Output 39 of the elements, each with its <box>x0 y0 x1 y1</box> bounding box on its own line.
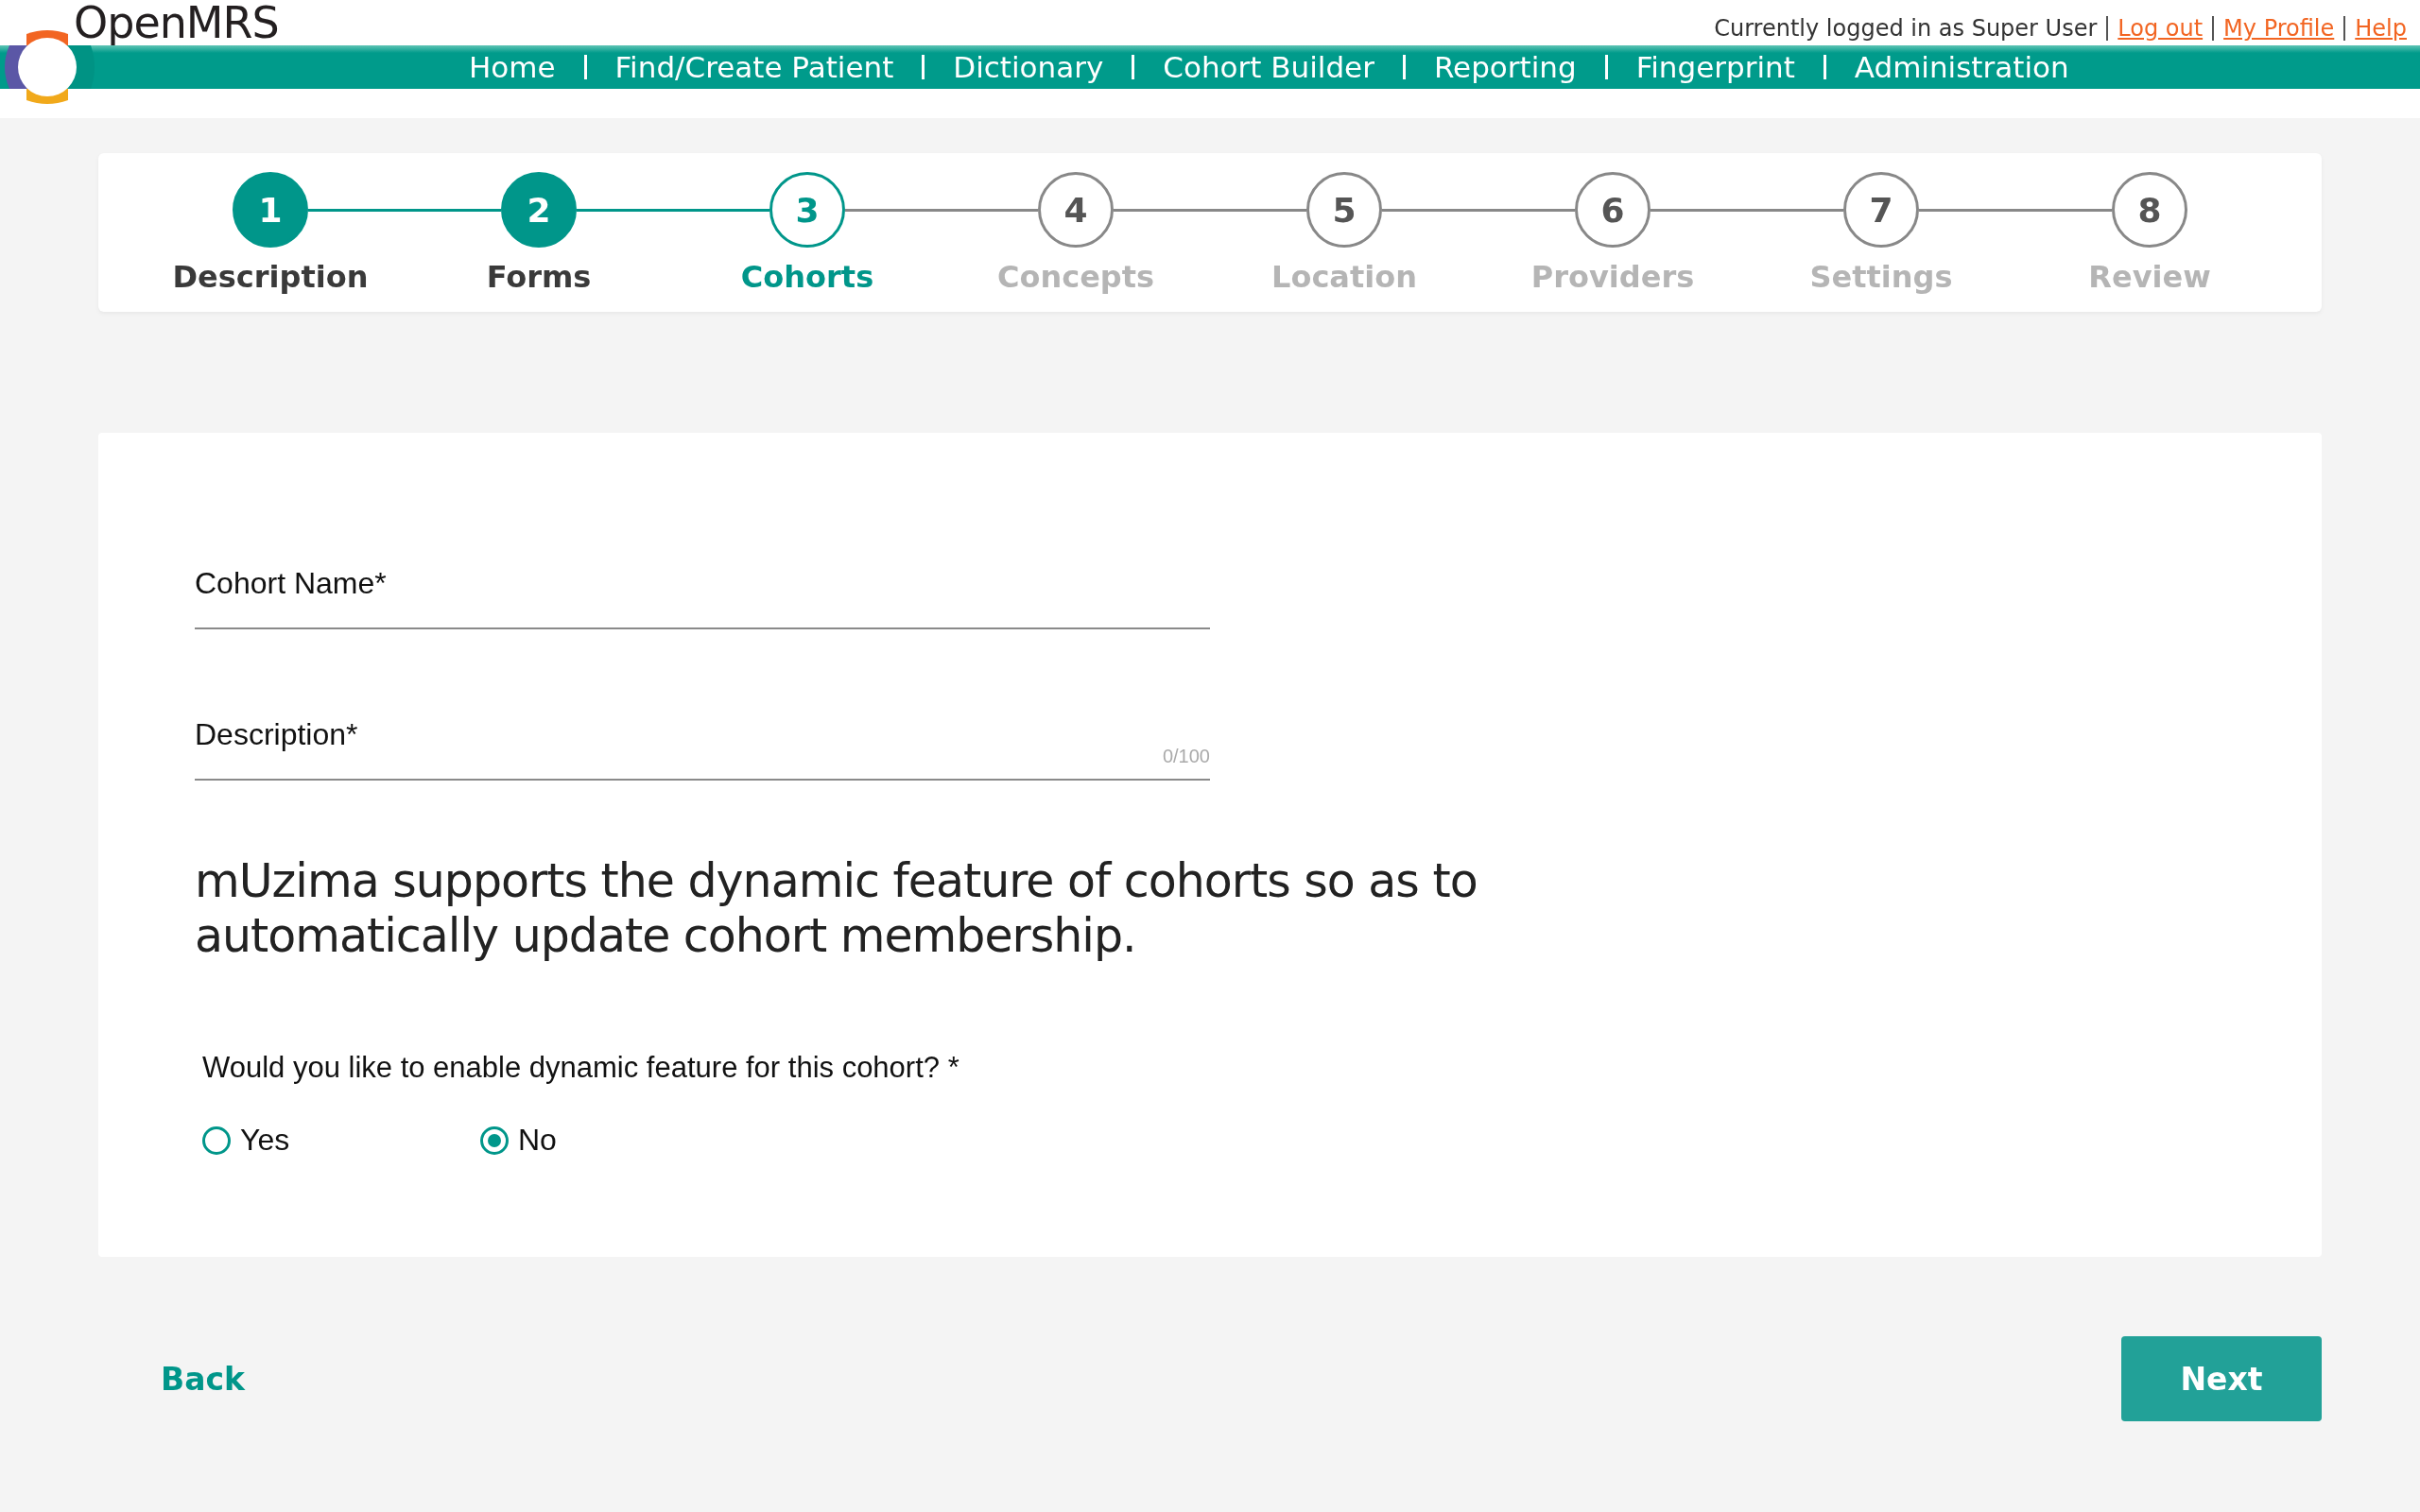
radio-label: No <box>518 1123 557 1158</box>
info-text: mUzima supports the dynamic feature of cohorts so as to automatically update cohort membership. <box>195 854 1478 964</box>
step-label: Cohorts <box>740 259 874 295</box>
header-link[interactable]: Log out <box>2118 15 2204 42</box>
header-link[interactable]: My Profile <box>2223 15 2335 42</box>
back-link[interactable]: Back <box>161 1360 245 1398</box>
radio-label: Yes <box>240 1123 290 1158</box>
radio-button[interactable] <box>480 1125 509 1155</box>
step-label: Providers <box>1530 259 1695 295</box>
radio-button[interactable] <box>202 1125 231 1155</box>
step-number[interactable]: 3 <box>769 172 845 248</box>
step-number[interactable]: 1 <box>233 172 308 248</box>
nav-link[interactable]: Administration <box>1854 50 2069 84</box>
step-label: Concepts <box>996 259 1155 295</box>
step-number[interactable]: 2 <box>501 172 577 248</box>
step-label: Settings <box>1809 259 1953 295</box>
step-label: Description <box>172 259 369 295</box>
question-text: Would you like to enable dynamic feature for this cohort? * <box>202 1051 960 1085</box>
step-number[interactable]: 5 <box>1306 172 1382 248</box>
nav-link[interactable]: Find/Create Patient <box>614 50 894 84</box>
nav-link[interactable]: Fingerprint <box>1635 50 1795 84</box>
step-label: Review <box>2088 259 2211 295</box>
step-number[interactable]: 6 <box>1575 172 1651 248</box>
brand-name: OpenMRS <box>74 0 279 45</box>
step-number[interactable]: 8 <box>2112 172 2187 248</box>
text-field[interactable]: Cohort Name* <box>195 556 1210 629</box>
text-field[interactable]: Description* 0/100 <box>195 707 1210 781</box>
next-button[interactable]: Next <box>2121 1336 2322 1421</box>
user-info-text: Currently logged in as Super User <box>1714 15 2098 42</box>
nav-link[interactable]: Home <box>469 50 556 84</box>
character-counter: 0/100 <box>1162 746 1210 767</box>
step-number[interactable]: 4 <box>1038 172 1114 248</box>
step-label: Location <box>1271 259 1417 295</box>
step-number[interactable]: 7 <box>1843 172 1919 248</box>
nav-link[interactable]: Dictionary <box>953 50 1104 84</box>
step-label: Forms <box>486 259 592 295</box>
nav-link[interactable]: Reporting <box>1433 50 1577 84</box>
nav-link[interactable]: Cohort Builder <box>1163 50 1374 84</box>
header-link[interactable]: Help <box>2355 15 2407 42</box>
